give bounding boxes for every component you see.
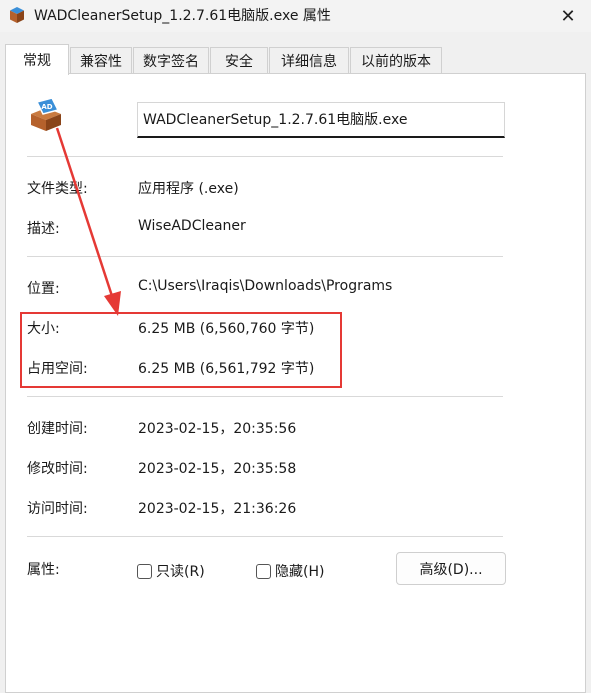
tab-compatibility[interactable]: 兼容性 [70, 47, 132, 74]
hidden-checkbox-label: 隐藏(H) [275, 564, 325, 580]
installer-app-icon [10, 7, 24, 23]
readonly-checkbox-label: 只读(R) [156, 564, 205, 580]
svg-text:AD: AD [41, 103, 52, 111]
separator [27, 536, 503, 537]
modified-value: 2023-02-15，20:35:58 [138, 461, 297, 477]
created-value: 2023-02-15，20:35:56 [138, 421, 297, 437]
separator [27, 156, 503, 157]
tab-general[interactable]: 常规 [5, 44, 69, 75]
tab-digital-signatures[interactable]: 数字签名 [133, 47, 209, 74]
annotation-highlight-box [20, 312, 342, 388]
created-label: 创建时间: [27, 421, 88, 437]
readonly-checkbox[interactable]: 只读(R) [137, 561, 205, 581]
file-type-value: 应用程序 (.exe) [138, 181, 239, 197]
tab-security[interactable]: 安全 [210, 47, 268, 74]
filename-field[interactable]: WADCleanerSetup_1.2.7.61电脑版.exe [137, 102, 505, 138]
description-label: 描述: [27, 221, 60, 237]
location-label: 位置: [27, 281, 60, 297]
modified-label: 修改时间: [27, 461, 88, 477]
separator [27, 396, 503, 397]
hidden-checkbox[interactable]: 隐藏(H) [256, 561, 324, 581]
separator [27, 256, 503, 257]
installer-box-icon: AD [31, 97, 61, 131]
attributes-label: 属性: [27, 562, 60, 578]
readonly-checkbox-box[interactable] [137, 563, 152, 579]
accessed-value: 2023-02-15，21:36:26 [138, 501, 297, 517]
location-value: C:\Users\Iraqis\Downloads\Programs [138, 278, 393, 294]
accessed-label: 访问时间: [27, 501, 88, 517]
tab-previous-versions[interactable]: 以前的版本 [350, 47, 442, 74]
close-icon: ✕ [560, 5, 576, 27]
description-value: WiseADCleaner [138, 218, 246, 234]
tab-details[interactable]: 详细信息 [269, 47, 349, 74]
window-title: WADCleanerSetup_1.2.7.61电脑版.exe 属性 [34, 8, 331, 24]
tab-strip: 常规 兼容性 数字签名 安全 详细信息 以前的版本 [5, 44, 585, 75]
title-bar: WADCleanerSetup_1.2.7.61电脑版.exe 属性 ✕ [0, 0, 591, 32]
close-button[interactable]: ✕ [545, 0, 591, 32]
hidden-checkbox-box[interactable] [256, 563, 271, 579]
advanced-button[interactable]: 高级(D)... [396, 552, 506, 585]
file-type-label: 文件类型: [27, 181, 88, 197]
